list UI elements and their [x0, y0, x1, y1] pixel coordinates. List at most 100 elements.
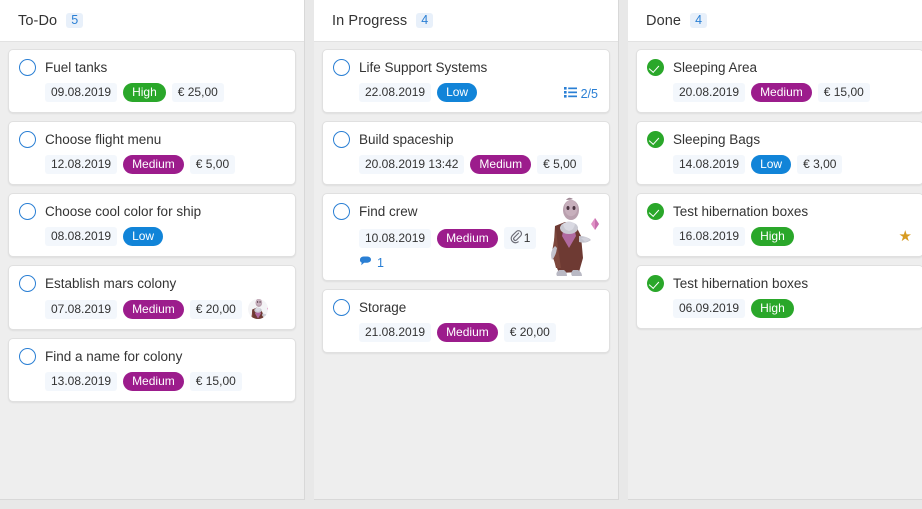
card-title-row: Choose flight menu [19, 131, 285, 148]
comment-count: 1 [377, 255, 384, 270]
kanban-column: In Progress 4 Life Support Systems 22.08.20… [314, 0, 619, 500]
task-open-circle-icon[interactable] [333, 131, 350, 148]
task-title: Test hibernation boxes [673, 203, 809, 219]
priority-badge[interactable]: Medium [437, 228, 498, 248]
cost-chip[interactable]: € 15,00 [817, 83, 870, 102]
due-date-chip[interactable]: 07.08.2019 [45, 299, 118, 319]
priority-badge[interactable]: Low [751, 155, 792, 174]
task-open-circle-icon[interactable] [19, 348, 36, 365]
assignee-avatar[interactable] [247, 299, 268, 319]
priority-badge[interactable]: Low [437, 83, 478, 102]
task-card[interactable]: Test hibernation boxes 06.09.2019 High [636, 265, 922, 329]
column-body: Life Support Systems 22.08.2019 Low 2/5 Buil… [314, 42, 618, 499]
card-meta-row: 16.08.2019 High [673, 227, 913, 246]
cost-chip[interactable]: € 15,00 [189, 372, 242, 391]
priority-badge[interactable]: Medium [751, 83, 812, 102]
cost-chip[interactable]: € 3,00 [797, 155, 843, 174]
due-date-chip[interactable]: 10.08.2019 [359, 228, 432, 248]
task-card[interactable]: Establish mars colony 07.08.2019 Medium € 2… [8, 265, 296, 330]
checklist-icon [563, 87, 577, 101]
cost-chip[interactable]: € 20,00 [503, 323, 556, 342]
card-title-row: Choose cool color for ship [19, 203, 285, 220]
card-title-row: Life Support Systems [333, 59, 599, 76]
column-body: Fuel tanks 09.08.2019 High € 25,00 Choose fl… [0, 42, 304, 499]
task-card[interactable]: Life Support Systems 22.08.2019 Low 2/5 [322, 49, 610, 113]
task-card[interactable]: Fuel tanks 09.08.2019 High € 25,00 [8, 49, 296, 113]
task-title: Choose flight menu [45, 131, 162, 147]
task-card[interactable]: Sleeping Area 20.08.2019 Medium € 15,00 [636, 49, 922, 113]
task-card[interactable]: Sleeping Bags 14.08.2019 Low € 3,00 [636, 121, 922, 185]
task-done-checkmark-icon[interactable] [647, 203, 664, 220]
column-card-count: 4 [690, 12, 708, 29]
due-date-chip[interactable]: 13.08.2019 [45, 372, 118, 391]
kanban-board: To-Do 5 Fuel tanks 09.08.2019 High € 25,00 Cho… [0, 0, 922, 509]
task-open-circle-icon[interactable] [333, 299, 350, 316]
card-title-row: Storage [333, 299, 599, 316]
task-card[interactable]: Find a name for colony 13.08.2019 Medium € … [8, 338, 296, 402]
comment-bubble-icon [359, 255, 372, 270]
task-title: Sleeping Bags [673, 131, 761, 147]
card-meta-row: 14.08.2019 Low € 3,00 [673, 155, 913, 174]
task-card[interactable]: Choose cool color for ship 08.08.2019 Low [8, 193, 296, 257]
due-date-chip[interactable]: 20.08.2019 [673, 83, 746, 102]
attachment-chip[interactable]: 1 [503, 227, 537, 249]
priority-badge[interactable]: Medium [123, 155, 184, 174]
card-title-row: Sleeping Bags [647, 131, 913, 148]
column-title: To-Do [18, 12, 58, 29]
task-open-circle-icon[interactable] [19, 275, 36, 292]
task-open-circle-icon[interactable] [333, 203, 350, 220]
task-title: Establish mars colony [45, 275, 177, 291]
priority-badge[interactable]: Low [123, 227, 164, 246]
card-title-row: Establish mars colony [19, 275, 285, 292]
task-open-circle-icon[interactable] [333, 59, 350, 76]
task-title: Life Support Systems [359, 59, 488, 75]
task-title: Build spaceship [359, 131, 454, 147]
card-title-row: Test hibernation boxes [647, 203, 913, 220]
due-date-chip[interactable]: 22.08.2019 [359, 83, 432, 102]
task-open-circle-icon[interactable] [19, 59, 36, 76]
priority-badge[interactable]: High [751, 299, 794, 318]
checklist-count: 2/5 [580, 87, 598, 101]
task-done-checkmark-icon[interactable] [647, 59, 664, 76]
card-title-row: Build spaceship [333, 131, 599, 148]
due-date-chip[interactable]: 06.09.2019 [673, 299, 746, 318]
task-open-circle-icon[interactable] [19, 131, 36, 148]
card-meta-row: 20.08.2019 13:42 Medium € 5,00 [359, 155, 599, 174]
due-date-chip[interactable]: 21.08.2019 [359, 323, 432, 342]
priority-badge[interactable]: High [751, 227, 794, 246]
priority-badge[interactable]: Medium [437, 323, 498, 342]
task-card[interactable]: Choose flight menu 12.08.2019 Medium € 5,00 [8, 121, 296, 185]
favorite-star-icon[interactable]: ★ [899, 229, 912, 244]
task-cover-illustration [535, 196, 603, 278]
priority-badge[interactable]: High [123, 83, 166, 102]
cost-chip[interactable]: € 5,00 [189, 155, 236, 174]
due-date-chip[interactable]: 08.08.2019 [45, 227, 118, 246]
task-open-circle-icon[interactable] [19, 203, 36, 220]
cost-chip[interactable]: € 5,00 [537, 155, 583, 174]
task-card[interactable]: Storage 21.08.2019 Medium € 20,00 [322, 289, 610, 353]
card-title-row: Find a name for colony [19, 348, 285, 365]
due-date-chip[interactable]: 16.08.2019 [673, 227, 746, 246]
priority-badge[interactable]: Medium [470, 155, 532, 174]
cost-chip[interactable]: € 25,00 [171, 83, 224, 102]
priority-badge[interactable]: Medium [123, 372, 184, 391]
task-card[interactable]: Build spaceship 20.08.2019 13:42 Medium € 5… [322, 121, 610, 185]
checklist-progress[interactable]: 2/5 [563, 87, 598, 101]
task-done-checkmark-icon[interactable] [647, 275, 664, 292]
task-done-checkmark-icon[interactable] [647, 131, 664, 148]
card-meta-row: 21.08.2019 Medium € 20,00 [359, 323, 599, 342]
card-title-row: Fuel tanks [19, 59, 285, 76]
due-date-chip[interactable]: 14.08.2019 [673, 155, 746, 174]
task-card[interactable]: Find crew 10.08.2019 Medium 1 1 [322, 193, 610, 281]
due-date-chip[interactable]: 20.08.2019 13:42 [359, 155, 465, 174]
card-meta-row: 12.08.2019 Medium € 5,00 [45, 155, 285, 174]
cost-chip[interactable]: € 20,00 [189, 299, 242, 319]
card-meta-row: 13.08.2019 Medium € 15,00 [45, 372, 285, 391]
due-date-chip[interactable]: 12.08.2019 [45, 155, 118, 174]
due-date-chip[interactable]: 09.08.2019 [45, 83, 118, 102]
task-card[interactable]: Test hibernation boxes 16.08.2019 High ★ [636, 193, 922, 257]
card-meta-row: 08.08.2019 Low [45, 227, 285, 246]
task-title: Storage [359, 299, 407, 315]
priority-badge[interactable]: Medium [123, 299, 184, 319]
column-title: In Progress [332, 12, 408, 29]
